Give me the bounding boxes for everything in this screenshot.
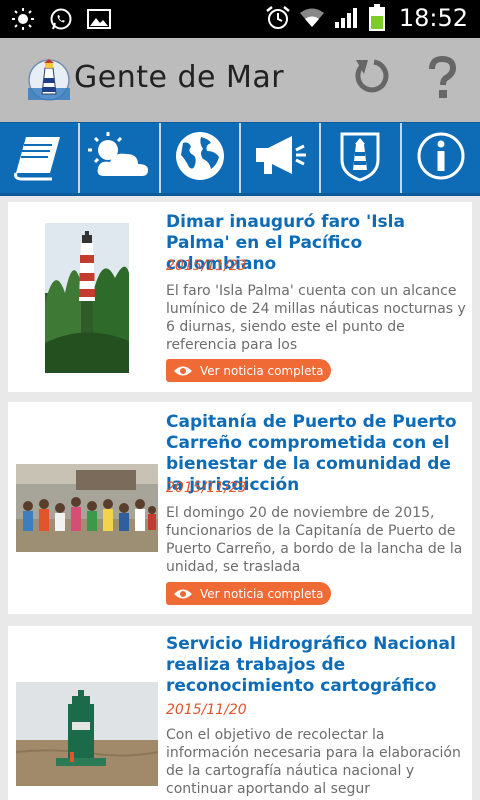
news-summary: El domingo 20 de noviembre de 2015, func… [166,505,463,575]
globe-icon [173,129,227,187]
news-title[interactable]: Servicio Hidrográfico Nacional realiza t… [166,634,468,697]
whatsapp-icon [48,5,74,33]
news-thumbnail-buoy [16,682,158,786]
battery-icon [367,4,387,32]
refresh-button[interactable] [350,56,394,104]
news-card[interactable]: Dimar inauguró faro 'Isla Palma' en el P… [8,202,472,392]
read-more-button[interactable]: Ver noticia completa [166,582,331,605]
action-bar: Gente de Mar [0,38,480,122]
tab-publications[interactable] [0,123,81,193]
lighthouse-logo-icon [28,58,70,102]
news-thumbnail-community [16,464,158,552]
status-bar: 18:52 [0,0,480,38]
news-summary: Con el objetivo de recolectar la informa… [166,727,461,797]
news-card[interactable]: Servicio Hidrográfico Nacional realiza t… [8,626,472,800]
tab-announcements[interactable] [241,123,322,193]
news-date: 2015/11/23 [166,480,247,496]
tab-world[interactable] [161,123,241,193]
help-icon [427,55,457,104]
news-card[interactable]: Capitanía de Puerto de Puerto Carreño co… [8,402,472,614]
news-summary: El faro 'Isla Palma' cuenta con un alcan… [166,283,466,353]
tab-bar [0,122,480,196]
refresh-icon [352,56,392,104]
eye-icon [166,359,200,382]
book-icon [12,131,66,185]
signal-icon [333,4,359,32]
wifi-icon [299,4,325,32]
clock: 18:52 [398,4,468,32]
news-list: Dimar inauguró faro 'Isla Palma' en el P… [0,196,480,800]
alarm-icon [265,4,291,32]
tab-weather[interactable] [80,123,161,193]
megaphone-icon [252,132,308,184]
lighthouse-shield-icon [338,130,382,186]
tab-info[interactable] [402,123,480,193]
read-more-label: Ver noticia completa [200,586,324,601]
gallery-icon [86,5,112,33]
app-title: Gente de Mar [74,60,285,95]
read-more-label: Ver noticia completa [200,363,324,378]
read-more-button[interactable]: Ver noticia completa [166,359,331,382]
news-date: 2015/11/23 [166,258,247,274]
news-date: 2015/11/20 [166,702,247,718]
info-icon [415,130,467,186]
news-thumbnail-lighthouse [45,223,129,373]
tab-lighthouses[interactable] [321,123,402,193]
brightness-icon [10,5,36,33]
weather-icon [86,130,152,186]
help-button[interactable] [420,55,464,104]
eye-icon [166,582,200,605]
